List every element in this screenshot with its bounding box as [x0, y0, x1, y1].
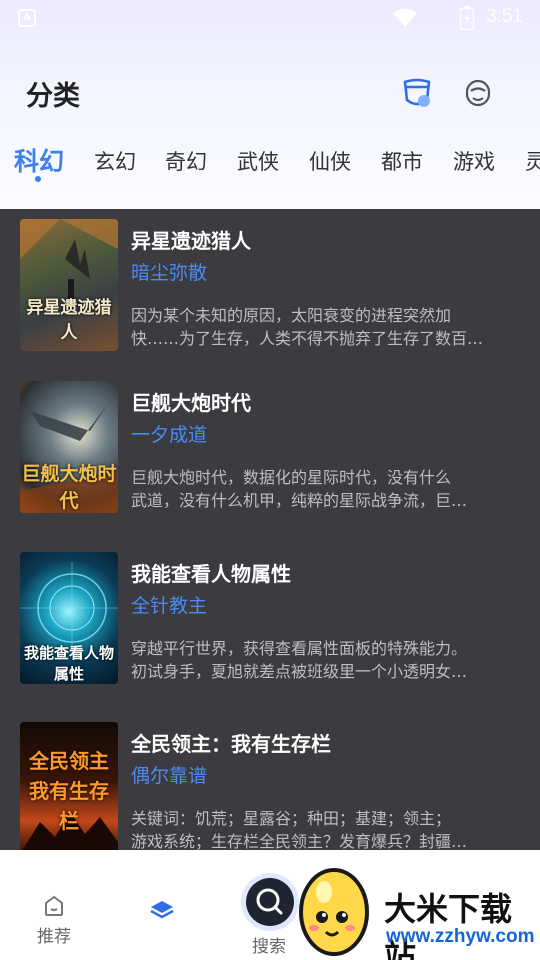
tab-xuanhuan[interactable]: 玄幻 [94, 146, 136, 176]
book-description-line: 快……为了生存，人类不得不抛弃了生存了数百… [131, 329, 484, 348]
egg-mascot-icon [299, 868, 369, 956]
tab-xianxia[interactable]: 仙侠 [309, 146, 351, 176]
tab-scifi[interactable]: 科幻 [14, 142, 64, 178]
book-cover: 全民领主我有生存栏 [20, 722, 118, 850]
wifi-icon [393, 8, 417, 27]
nav-recommend[interactable]: 推荐 [32, 894, 76, 947]
book-author[interactable]: 一夕成道 [131, 420, 207, 447]
book-description-line: 巨舰大炮时代，数据化的星际时代，没有什么 [131, 468, 452, 487]
cover-title: 全民领主我有生存栏 [29, 749, 109, 833]
bookshelf-icon[interactable] [402, 78, 432, 108]
watermark-url: www.zzhyw.com [386, 926, 535, 947]
book-cover: 巨舰大炮时代 [20, 381, 118, 513]
clock: 3:51 [486, 6, 523, 27]
battery-icon [460, 6, 474, 30]
search-icon [256, 888, 283, 915]
tab-fantasy[interactable]: 奇幻 [165, 146, 207, 176]
nav-search-label: 搜索 [252, 937, 286, 957]
status-bar: A 3:51 [0, 0, 540, 36]
book-item[interactable]: 异星遗迹猎人 异星遗迹猎人 暗尘弥散 因为某个未知的原因，太阳衰变的进程突然加 … [0, 209, 540, 359]
book-author[interactable]: 暗尘弥散 [131, 258, 207, 285]
book-title: 异星遗迹猎人 [131, 229, 251, 253]
book-description-line: 穿越平行世界，获得查看属性面板的特殊能力。 [131, 639, 468, 658]
book-description: 巨舰大炮时代，数据化的星际时代，没有什么 武道，没有什么机甲，纯粹的星际战争流，… [131, 466, 511, 512]
book-description: 穿越平行世界，获得查看属性面板的特殊能力。 初试身手，夏旭就差点被班级里一个小透… [131, 637, 511, 683]
book-description-line: 关键词：饥荒；星露谷；种田；基建；领主； [131, 809, 452, 828]
book-item[interactable]: 全民领主我有生存栏 全民领主：我有生存栏 偶尔靠谱 关键词：饥荒；星露谷；种田；… [0, 712, 540, 850]
tab-game[interactable]: 游戏 [453, 146, 495, 176]
cover-title: 我能查看人物属性 [23, 644, 114, 683]
tab-wuxia[interactable]: 武侠 [237, 146, 279, 176]
book-description-line: 初试身手，夏旭就差点被班级里一个小透明女… [131, 662, 468, 681]
book-description: 关键词：饥荒；星露谷；种田；基建；领主； 游戏系统；生存栏全民领主？发育爆兵？封… [131, 807, 511, 850]
cover-title: 巨舰大炮时代 [21, 463, 117, 512]
app-notification-icon: A [18, 9, 36, 27]
page-title: 分类 [26, 81, 80, 112]
book-description-line: 武道，没有什么机甲，纯粹的星际战争流，巨… [131, 491, 468, 510]
profile-icon[interactable] [463, 78, 493, 108]
book-item[interactable]: 我能查看人物属性 我能查看人物属性 全针教主 穿越平行世界，获得查看属性面板的特… [0, 542, 540, 692]
book-cover: 我能查看人物属性 [20, 552, 118, 684]
cover-title: 异星遗迹猎人 [26, 298, 112, 343]
book-description: 因为某个未知的原因，太阳衰变的进程突然加 快……为了生存，人类不得不抛弃了生存了… [131, 304, 511, 350]
book-description-line: 因为某个未知的原因，太阳衰变的进程突然加 [131, 306, 452, 325]
tab-spirit[interactable]: 灵 [525, 146, 540, 176]
watermark-logo: 大米下载站 www.zzhyw.com [296, 862, 540, 960]
book-author[interactable]: 全针教主 [131, 591, 207, 618]
tab-urban[interactable]: 都市 [381, 146, 423, 176]
watermark-title: 大米下载站 [384, 890, 513, 960]
book-item[interactable]: 巨舰大炮时代 巨舰大炮时代 一夕成道 巨舰大炮时代，数据化的星际时代，没有什么 … [0, 371, 540, 521]
book-title: 全民领主：我有生存栏 [131, 732, 331, 756]
home-icon [45, 895, 63, 916]
active-tab-indicator [35, 176, 41, 182]
book-author[interactable]: 偶尔靠谱 [131, 761, 207, 788]
search-button[interactable] [246, 878, 294, 926]
category-tabs: 科幻 玄幻 奇幻 武侠 仙侠 都市 游戏 灵 [0, 138, 540, 188]
book-cover: 异星遗迹猎人 [20, 219, 118, 351]
book-title: 巨舰大炮时代 [131, 391, 251, 415]
nav-recommend-label: 推荐 [37, 927, 71, 947]
layers-icon [150, 901, 174, 919]
book-title: 我能查看人物属性 [131, 562, 291, 586]
book-list: 异星遗迹猎人 异星遗迹猎人 暗尘弥散 因为某个未知的原因，太阳衰变的进程突然加 … [0, 209, 540, 850]
header: A 3:51 分类 科幻 玄幻 奇幻 武侠 仙侠 都市 游戏 灵 [0, 0, 540, 209]
book-description-line: 游戏系统；生存栏全民领主？发育爆兵？封疆… [131, 832, 468, 850]
nav-category[interactable] [148, 898, 176, 928]
